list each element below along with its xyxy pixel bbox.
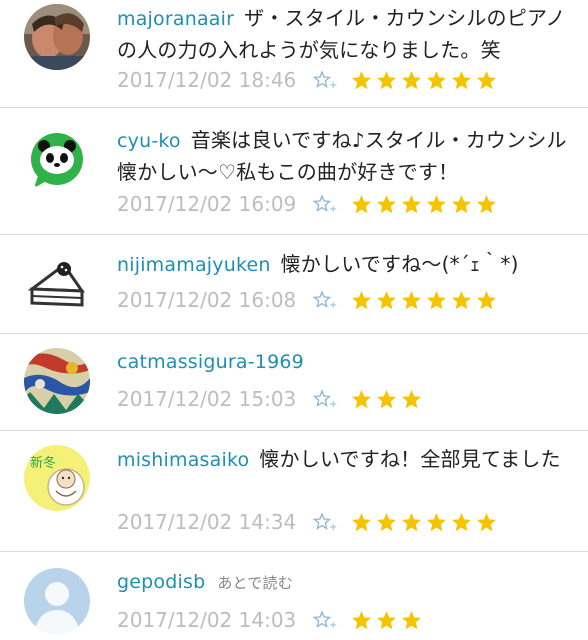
star-icon (352, 512, 371, 531)
comment-text: 懐かしいですね！全部見てました (259, 447, 561, 471)
user-avatar[interactable] (24, 568, 90, 634)
star-icon (452, 290, 471, 309)
star-rating (351, 290, 497, 311)
cake-avatar (24, 251, 90, 317)
user-avatar[interactable] (24, 348, 90, 414)
star-icon (402, 70, 421, 89)
timestamp: 2017/12/02 16:09 (117, 192, 297, 216)
user-avatar[interactable] (24, 251, 90, 317)
timestamp: 2017/12/02 15:03 (117, 387, 297, 411)
star-icon (477, 290, 496, 309)
star-rating (351, 194, 497, 215)
add-star-icon[interactable]: + (313, 610, 337, 630)
comment-item: majoranaair ザ・スタイル・カウンシルのピアノの人の力の入れようが気にな… (0, 0, 588, 108)
star-icon (352, 194, 371, 213)
star-rating (351, 70, 497, 91)
star-icon (377, 610, 396, 629)
star-icon (427, 512, 446, 531)
add-star-icon[interactable]: + (313, 194, 337, 214)
default-user-avatar (24, 568, 90, 634)
photo-couple-avatar (24, 4, 90, 70)
star-icon (477, 512, 496, 531)
panda-avatar (24, 128, 90, 194)
star-icon (477, 70, 496, 89)
star-icon (402, 389, 421, 408)
star-icon (377, 290, 396, 309)
svg-text:+: + (329, 204, 337, 214)
star-icon (352, 290, 371, 309)
shinto-baby-avatar: 新冬 (24, 445, 90, 511)
svg-text:+: + (329, 522, 337, 532)
star-rating (351, 610, 422, 631)
star-icon (402, 194, 421, 213)
star-icon (452, 194, 471, 213)
timestamp: 2017/12/02 14:34 (117, 510, 297, 534)
user-avatar[interactable] (24, 128, 90, 194)
comment-list: majoranaair ザ・スタイル・カウンシルのピアノの人の力の入れようが気にな… (0, 0, 588, 640)
star-icon (402, 290, 421, 309)
add-star-icon[interactable]: + (313, 512, 337, 532)
star-icon (427, 290, 446, 309)
star-icon (377, 194, 396, 213)
star-icon (377, 512, 396, 531)
star-rating (351, 389, 422, 410)
star-icon (352, 610, 371, 629)
star-icon (452, 70, 471, 89)
timestamp: 2017/12/02 16:08 (117, 288, 297, 312)
user-avatar[interactable] (24, 4, 90, 70)
comment-item: catmassigura-1969 2017/12/02 15:03 + (0, 334, 588, 431)
avatar-badge-text: 新冬 (30, 455, 56, 471)
svg-text:+: + (329, 300, 337, 310)
star-icon (352, 389, 371, 408)
star-icon (402, 512, 421, 531)
comment-item: gepodisb あとで読む 2017/12/02 14:03 + (0, 552, 588, 640)
user-avatar[interactable]: 新冬 (24, 445, 90, 511)
username-link[interactable]: catmassigura-1969 (117, 351, 304, 373)
star-icon (377, 389, 396, 408)
star-icon (477, 194, 496, 213)
star-icon (352, 70, 371, 89)
add-star-icon[interactable]: + (313, 290, 337, 310)
username-link[interactable]: gepodisb (117, 571, 205, 593)
read-later-label: あとで読む (217, 574, 293, 592)
star-icon (377, 70, 396, 89)
comment-item: nijimamajyuken 懐かしいですね〜(*´ｪ｀*) 2017/12/02… (0, 235, 588, 334)
add-star-icon[interactable]: + (313, 70, 337, 90)
svg-text:+: + (329, 399, 337, 409)
timestamp: 2017/12/02 18:46 (117, 68, 297, 92)
timestamp: 2017/12/02 14:03 (117, 608, 297, 632)
username-link[interactable]: cyu-ko (117, 130, 181, 152)
comment-text: 音楽は良いですね♪スタイル・カウンシル懐かしい〜♡私もこの曲が好きです！ (117, 128, 567, 184)
username-link[interactable]: mishimasaiko (117, 449, 249, 471)
star-icon (427, 70, 446, 89)
svg-text:+: + (329, 620, 337, 630)
star-icon (402, 610, 421, 629)
star-icon (427, 194, 446, 213)
add-star-icon[interactable]: + (313, 389, 337, 409)
colorful-pattern-avatar (24, 348, 90, 414)
svg-text:+: + (329, 80, 337, 90)
comment-item: 新冬 mishimasaiko 懐かしいですね！全部見てました 2017/12/0… (0, 431, 588, 552)
comment-text: 懐かしいですね〜(*´ｪ｀*) (280, 252, 519, 276)
comment-item: cyu-ko 音楽は良いですね♪スタイル・カウンシル懐かしい〜♡私もこの曲が好きで… (0, 108, 588, 235)
star-rating (351, 512, 497, 533)
star-icon (452, 512, 471, 531)
username-link[interactable]: nijimamajyuken (117, 254, 271, 276)
username-link[interactable]: majoranaair (117, 8, 234, 30)
